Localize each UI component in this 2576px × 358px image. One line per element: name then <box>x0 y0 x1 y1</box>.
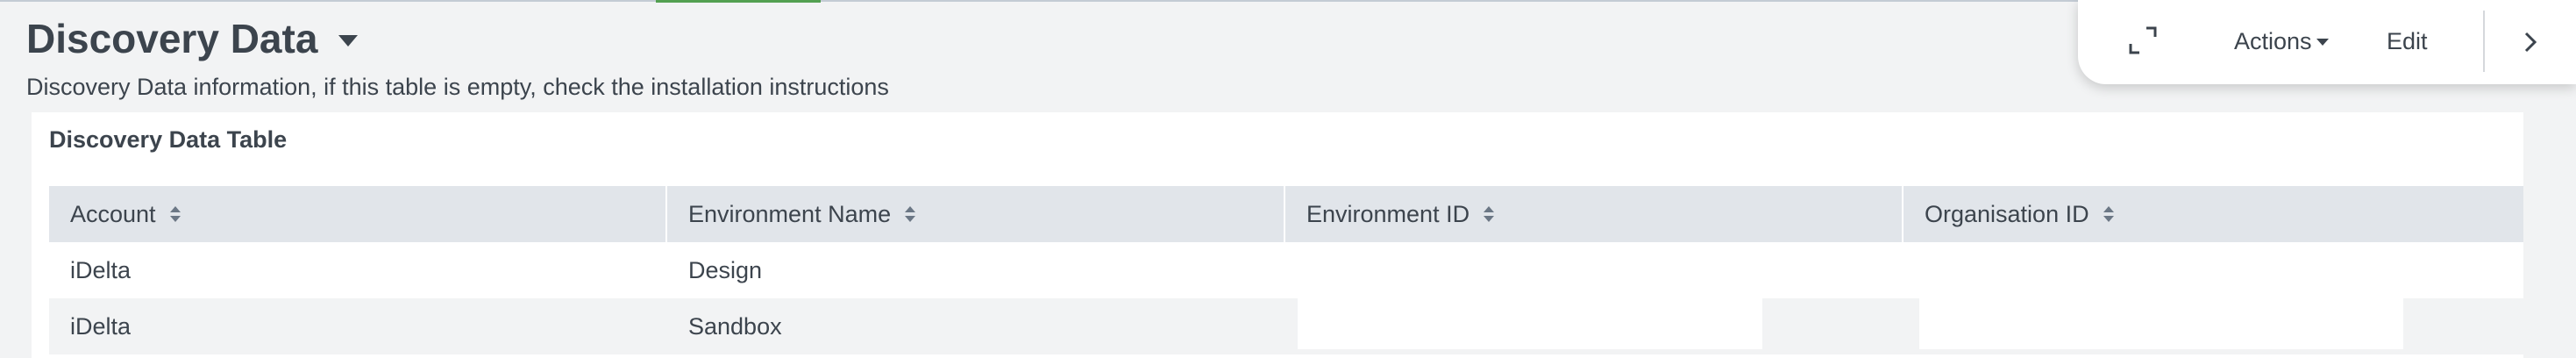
dashboard-toolbar: Actions Edit <box>2078 0 2576 84</box>
discovery-data-panel: Discovery Data Table Account Environment… <box>32 112 2523 358</box>
column-label: Account <box>70 200 156 227</box>
column-header-account[interactable]: Account <box>49 186 667 242</box>
actions-label: Actions <box>2234 28 2312 54</box>
table-cell: Sandbox <box>688 312 782 340</box>
column-label: Environment Name <box>688 200 892 227</box>
table-cell: iDelta <box>70 312 132 340</box>
table-cell <box>1904 242 2523 298</box>
chevron-down-icon <box>2316 38 2329 46</box>
table-row[interactable]: iDelta Design <box>49 242 2523 298</box>
sort-icon <box>169 206 181 222</box>
table-header-row: Account Environment Name Environment ID … <box>49 186 2523 242</box>
column-label: Organisation ID <box>1925 200 2089 227</box>
chevron-right-icon[interactable] <box>2516 26 2544 58</box>
discovery-data-table: Account Environment Name Environment ID … <box>49 186 2523 354</box>
actions-button[interactable]: Actions <box>2234 28 2329 55</box>
table-cell <box>1904 298 2523 354</box>
table-row[interactable]: iDelta Sandbox <box>49 298 2523 354</box>
column-label: Environment ID <box>1306 200 1470 227</box>
loading-indicator <box>656 0 821 3</box>
edit-button[interactable]: Edit <box>2387 28 2428 55</box>
redacted-value <box>1298 298 1762 349</box>
column-header-environment-name[interactable]: Environment Name <box>667 186 1285 242</box>
table-cell: iDelta <box>70 256 132 283</box>
dashboard-header: Discovery Data Discovery Data informatio… <box>26 12 889 102</box>
title-menu-caret-icon[interactable] <box>338 34 359 47</box>
page-description: Discovery Data information, if this tabl… <box>26 74 889 100</box>
column-header-organisation-id[interactable]: Organisation ID <box>1904 186 2523 242</box>
title-row: Discovery Data <box>26 12 889 65</box>
table-cell <box>1285 298 1904 354</box>
table-cell <box>1285 242 1904 298</box>
redacted-value <box>1919 298 2403 349</box>
sort-icon <box>1484 206 1495 222</box>
sort-icon <box>2103 206 2114 222</box>
column-header-environment-id[interactable]: Environment ID <box>1285 186 1904 242</box>
expand-icon[interactable] <box>2127 25 2159 56</box>
toolbar-divider <box>2483 11 2485 72</box>
sort-icon <box>905 206 916 222</box>
table-cell: Design <box>688 256 763 283</box>
panel-title: Discovery Data Table <box>49 126 288 153</box>
page-title: Discovery Data <box>26 16 318 61</box>
